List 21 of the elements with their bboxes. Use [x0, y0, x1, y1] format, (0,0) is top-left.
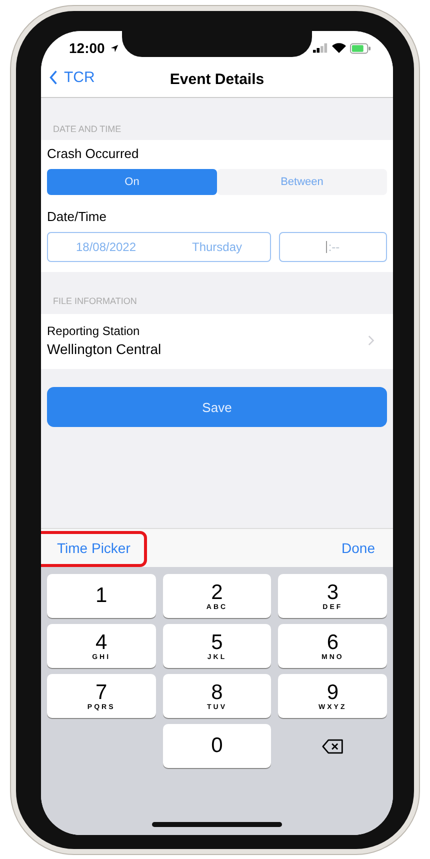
- section-header: DATE AND TIME: [52, 123, 122, 136]
- screen-title: Event Details: [170, 70, 264, 88]
- delete-icon: [322, 738, 344, 754]
- field-label: Crash Occurred: [47, 146, 140, 161]
- signal-icon: [313, 43, 328, 53]
- chevron-icon: [368, 335, 375, 346]
- status-time: 12:00: [69, 40, 105, 56]
- wifi-icon: [332, 43, 346, 53]
- done-button[interactable]: Done: [342, 540, 375, 556]
- location-arrow-icon: [110, 44, 119, 52]
- field-label: Date/Time: [47, 209, 108, 224]
- row-label: Reporting Station: [47, 324, 141, 338]
- back-button[interactable]: TCR: [49, 69, 95, 86]
- battery-icon: [350, 42, 371, 54]
- time-picker-button[interactable]: Time Picker: [57, 540, 130, 556]
- list-row[interactable]: Reporting Station Wellington Central: [41, 314, 393, 369]
- back-chevron-icon: [49, 70, 58, 85]
- keypad-key[interactable]: 0: [162, 724, 272, 768]
- row-value: Wellington Central: [47, 341, 162, 357]
- keypad-key[interactable]: 1: [47, 574, 156, 618]
- section-header: FILE INFORMATION: [52, 295, 138, 308]
